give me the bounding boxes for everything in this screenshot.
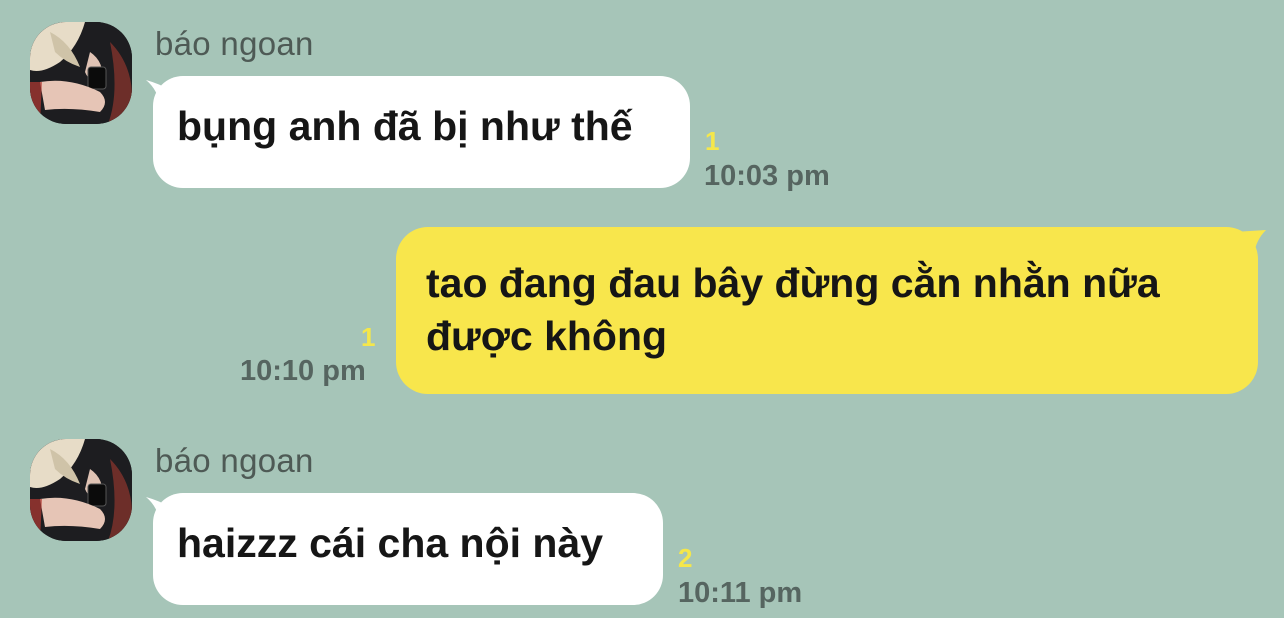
message-bubble-incoming[interactable]: bụng anh đã bị như thế [153, 76, 690, 188]
message-text: bụng anh đã bị như thế [177, 103, 633, 149]
message-bubble-incoming[interactable]: haizzz cái cha nội này [153, 493, 663, 605]
sender-name: báo ngoan [155, 25, 314, 62]
sender-name: báo ngoan [155, 442, 314, 479]
message-text: haizzz cái cha nội này [177, 520, 604, 566]
message-bubble-outgoing[interactable]: tao đang đau bây đừng cằn nhằn nữa được … [396, 227, 1258, 394]
avatar-photo-icon [30, 439, 132, 541]
message-text-line-1: tao đang đau bây đừng cằn nhằn nữa [426, 260, 1160, 306]
unread-count: 2 [678, 543, 693, 573]
message-time: 10:10 pm [240, 355, 366, 387]
unread-count: 1 [705, 126, 720, 156]
avatar-photo-icon [30, 22, 132, 124]
message-text-line-2: được không [426, 313, 668, 359]
message-time: 10:03 pm [704, 160, 830, 192]
chat-view: báo ngoan bụng anh đã bị như thế 1 10:03… [0, 0, 1284, 618]
sender-avatar[interactable] [30, 22, 132, 124]
unread-count: 1 [361, 322, 376, 352]
sender-avatar[interactable] [30, 439, 132, 541]
message-time: 10:11 pm [678, 577, 803, 609]
